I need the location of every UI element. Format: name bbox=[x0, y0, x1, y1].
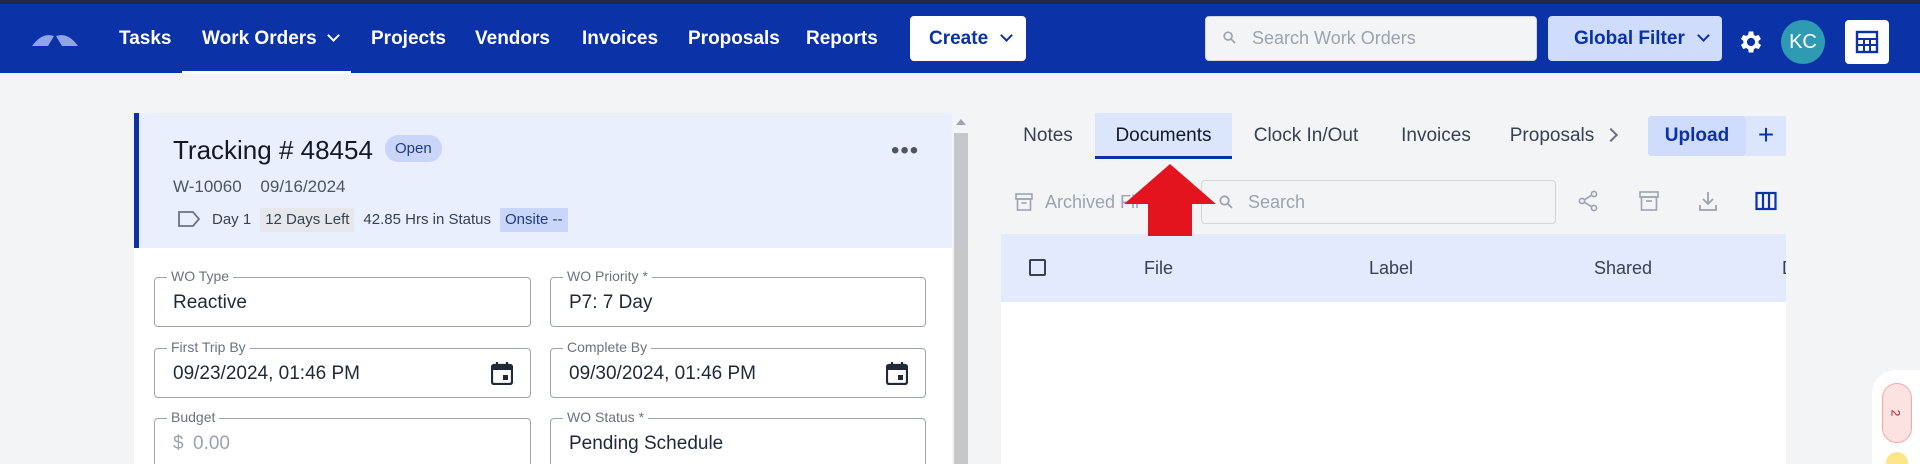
budget-label: Budget bbox=[167, 409, 220, 425]
wo-number: W-10060 bbox=[173, 177, 242, 196]
complete-by-value: 09/30/2024, 01:46 PM bbox=[569, 363, 756, 384]
tag-icon bbox=[178, 211, 201, 227]
scroll-up-icon[interactable] bbox=[956, 119, 966, 125]
tab-documents[interactable]: Documents bbox=[1095, 113, 1232, 159]
chevron-down-icon bbox=[326, 29, 340, 42]
red-arrow-icon bbox=[1124, 164, 1216, 236]
download-icon[interactable] bbox=[1697, 190, 1719, 212]
nav-tasks[interactable]: Tasks bbox=[119, 4, 171, 73]
document-search[interactable] bbox=[1201, 180, 1556, 224]
nav-work-orders[interactable]: Work Orders bbox=[202, 4, 340, 73]
add-button[interactable]: + bbox=[1746, 116, 1786, 156]
budget-field[interactable]: Budget $ 0.00 bbox=[154, 409, 531, 464]
first-trip-by-field[interactable]: First Trip By 09/23/2024, 01:46 PM bbox=[154, 339, 531, 398]
scrollbar-thumb[interactable] bbox=[954, 133, 968, 464]
budget-placeholder: 0.00 bbox=[193, 433, 230, 454]
create-button[interactable]: Create bbox=[910, 16, 1026, 61]
day-count: Day 1 bbox=[212, 211, 252, 228]
column-file[interactable]: File bbox=[1144, 258, 1173, 279]
days-left-badge: 12 Days Left bbox=[260, 208, 355, 232]
logo-icon[interactable] bbox=[30, 30, 80, 48]
nav-projects[interactable]: Projects bbox=[371, 4, 446, 73]
document-search-input[interactable] bbox=[1248, 181, 1548, 223]
tab-proposals[interactable]: Proposals bbox=[1506, 113, 1598, 159]
nav-active-indicator bbox=[182, 71, 351, 74]
work-order-header: Tracking # 48454 Open ••• W-10060 09/16/… bbox=[134, 113, 952, 248]
status-badge: Open bbox=[385, 135, 442, 162]
more-options-icon[interactable]: ••• bbox=[891, 137, 919, 165]
column-date[interactable]: D bbox=[1782, 258, 1786, 279]
nav-proposals[interactable]: Proposals bbox=[688, 4, 780, 73]
columns-icon[interactable] bbox=[1755, 190, 1777, 212]
archive-icon[interactable] bbox=[1638, 190, 1660, 212]
archive-icon bbox=[1015, 193, 1033, 211]
hrs-in-status: 42.85 Hrs in Status bbox=[363, 211, 491, 228]
top-navbar: Tasks Work Orders Projects Vendors Invoi… bbox=[0, 0, 1920, 74]
wo-priority-field[interactable]: WO Priority * P7: 7 Day bbox=[550, 268, 926, 327]
nav-reports[interactable]: Reports bbox=[806, 4, 878, 73]
wo-type-value: Reactive bbox=[173, 292, 247, 313]
building-icon bbox=[1855, 30, 1879, 54]
tab-clock-in-out[interactable]: Clock In/Out bbox=[1244, 113, 1368, 159]
chevron-down-icon bbox=[1000, 29, 1014, 42]
wo-status-label: WO Status * bbox=[563, 409, 649, 425]
first-trip-by-label: First Trip By bbox=[167, 339, 250, 355]
wo-meta: Day 1 12 Days Left 42.85 Hrs in Status O… bbox=[212, 208, 568, 232]
complete-by-label: Complete By bbox=[563, 339, 652, 355]
wo-status-field[interactable]: WO Status * Pending Schedule bbox=[550, 409, 926, 464]
tracking-number: Tracking # 48454 bbox=[173, 135, 373, 165]
select-all-checkbox[interactable] bbox=[1029, 259, 1046, 276]
nav-invoices[interactable]: Invoices bbox=[582, 4, 658, 73]
wo-status-value: Pending Schedule bbox=[569, 433, 724, 454]
complete-by-field[interactable]: Complete By 09/30/2024, 01:46 PM bbox=[550, 339, 926, 398]
search-icon bbox=[1223, 31, 1236, 44]
first-trip-by-value: 09/23/2024, 01:46 PM bbox=[173, 363, 360, 384]
share-icon[interactable] bbox=[1577, 190, 1599, 212]
card-scrollbar[interactable] bbox=[952, 113, 970, 464]
documents-table-body bbox=[1001, 302, 1786, 464]
notification-badge[interactable]: 2 bbox=[1882, 383, 1912, 443]
gear-icon[interactable] bbox=[1737, 28, 1765, 56]
avatar[interactable]: KC bbox=[1781, 20, 1825, 64]
wo-priority-label: WO Priority * bbox=[563, 268, 652, 284]
building-button[interactable] bbox=[1845, 20, 1889, 64]
archived-files-toggle[interactable]: Archived Fil bbox=[1015, 192, 1139, 213]
wo-number-line: W-10060 09/16/2024 bbox=[173, 177, 346, 197]
nav-vendors[interactable]: Vendors bbox=[475, 4, 550, 73]
calendar-icon[interactable] bbox=[491, 361, 513, 385]
upload-button[interactable]: Upload bbox=[1648, 116, 1746, 156]
wo-type-field[interactable]: WO Type Reactive bbox=[154, 268, 531, 327]
tab-invoices[interactable]: Invoices bbox=[1392, 113, 1480, 159]
global-filter-button[interactable]: Global Filter bbox=[1548, 16, 1722, 61]
chevron-down-icon bbox=[1696, 29, 1710, 42]
search-icon bbox=[1219, 195, 1233, 209]
documents-table-header: File Label Shared D bbox=[1001, 234, 1786, 302]
tab-notes[interactable]: Notes bbox=[1006, 113, 1090, 159]
work-order-card: Tracking # 48454 Open ••• W-10060 09/16/… bbox=[134, 113, 952, 464]
column-label[interactable]: Label bbox=[1369, 258, 1413, 279]
onsite-badge: Onsite -- bbox=[499, 208, 568, 232]
search-work-orders[interactable] bbox=[1205, 16, 1537, 61]
calendar-icon[interactable] bbox=[886, 361, 908, 385]
column-shared[interactable]: Shared bbox=[1594, 258, 1652, 279]
budget-currency: $ bbox=[173, 433, 184, 454]
chevron-right-icon[interactable] bbox=[1603, 127, 1619, 143]
wo-priority-value: P7: 7 Day bbox=[569, 292, 653, 313]
search-work-orders-input[interactable] bbox=[1252, 17, 1532, 60]
wo-date: 09/16/2024 bbox=[260, 177, 346, 196]
wo-type-label: WO Type bbox=[167, 268, 234, 284]
